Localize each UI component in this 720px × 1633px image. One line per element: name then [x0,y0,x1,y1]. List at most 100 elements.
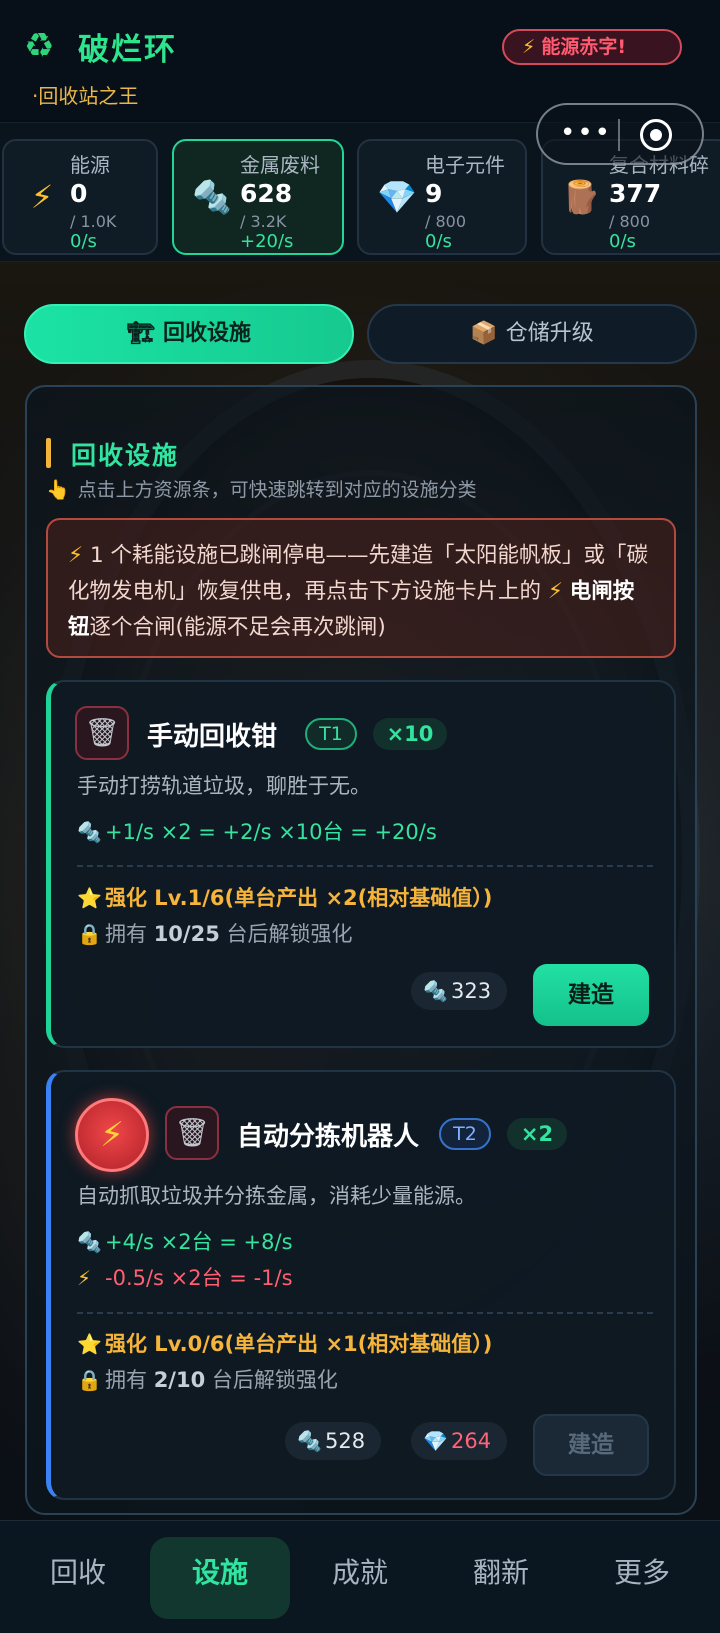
resource-card-energy[interactable]: ⚡ 能源 0 / 1.0K 0/s [2,139,158,255]
section-accent-bar [46,438,51,468]
bolt-icon: ⚡ [77,1266,92,1290]
alert-text-2: 逐个合闸(能源不足会再次跳闸) [89,615,386,640]
upgrade-text: 强化 Lv.1/6(单台产出 ×2(相对基础值）) [105,886,493,910]
scrap-metal-icon: 🔩 [423,979,448,1003]
facility-card-manual-claw[interactable]: 🗑 手动回收钳 T1 ×10 手动打捞轨道垃圾，聊胜于无。 🔩 +1/s ×2 =… [46,680,676,1048]
recycle-icon: ♻ [24,26,55,66]
upgrade-info: ⭐ 强化 Lv.1/6(单台产出 ×2(相对基础值）) [77,882,492,912]
cost-metal: 🔩 528 [285,1422,382,1460]
tab-label: 回收设施 [162,321,251,346]
lock-text-post: 台后解锁强化 [205,1368,338,1392]
close-target-icon[interactable] [640,119,672,151]
lock-icon: 🔒 [77,922,102,946]
pointing-hand-icon: 👆 [46,479,70,501]
resource-cap: / 3.2K [240,212,287,231]
energy-deficit-badge[interactable]: ⚡ 能源赤字! [502,29,682,65]
build-button[interactable]: 建造 [533,964,649,1026]
resource-rate: 0/s [70,231,97,252]
cost-value: 264 [451,1429,492,1453]
production-line: 🔩 +4/s ×2台 = +8/s [77,1226,293,1256]
cost-crystal: 💎 264 [411,1422,508,1460]
lock-text-pre: 拥有 [105,922,154,946]
unlock-requirement: 🔒 拥有 2/10 台后解锁强化 [77,1364,338,1394]
facility-description: 自动抓取垃圾并分拣金属，消耗少量能源。 [77,1184,476,1208]
nav-renovate[interactable]: 翻新 [451,1551,551,1591]
owned-count-badge: ×10 [373,718,447,750]
power-switch-button[interactable]: ⚡ [75,1098,149,1172]
consumption-line: ⚡ -0.5/s ×2台 = -1/s [77,1262,293,1292]
facility-card-sorting-robot[interactable]: ⚡ 🗑 自动分拣机器人 T2 ×2 自动抓取垃圾并分拣金属，消耗少量能源。 🔩 +… [46,1070,676,1500]
lock-text-post: 台后解锁强化 [219,922,353,946]
lock-text-pre: 拥有 [105,1368,154,1392]
cost-value: 323 [451,979,492,1003]
resource-cap: / 1.0K [70,212,117,231]
resource-card-scrap-metal[interactable]: 🔩 金属废料 628 / 3.2K +20/s [172,139,344,255]
crane-icon: 🏗 [127,321,155,346]
build-button-disabled[interactable]: 建造 [533,1414,649,1476]
owned-count-badge: ×2 [507,1118,567,1150]
divider [77,865,653,867]
resource-value: 9 [425,179,443,208]
resource-name: 能源 [70,153,110,177]
section-hint: 👆 点击上方资源条，可快速跳转到对应的设施分类 [46,475,477,502]
divider [77,1312,653,1314]
scrap-metal-icon: 🔩 [77,820,102,844]
lock-progress: 2/10 [153,1368,206,1392]
resource-rate: 0/s [425,231,452,252]
resource-cap: / 800 [425,212,467,231]
log-icon: 🪵 [561,178,601,216]
more-dots-icon[interactable]: ••• [560,119,612,147]
app-header: ♻ 破烂环 ·回收站之王 ⚡ 能源赤字! [0,0,720,120]
production-text: +4/s ×2台 = +8/s [105,1230,293,1254]
nav-more[interactable]: 更多 [592,1551,692,1591]
resource-cap: / 800 [609,212,651,231]
star-icon: ⭐ [77,1332,102,1356]
facility-name: 手动回收钳 [147,722,278,752]
nav-achievements[interactable]: 成就 [310,1551,410,1591]
cost-metal: 🔩 323 [411,972,508,1010]
bolt-icon: ⚡ [547,579,570,604]
tab-storage-upgrade[interactable]: 📦 仓储升级 [367,304,697,364]
trash-bin-icon: 🗑 [75,706,129,760]
resource-card-electronics[interactable]: 💎 电子元件 9 / 800 0/s [357,139,527,255]
tab-label: 仓储升级 [505,321,594,346]
resource-value: 377 [609,179,662,208]
resource-name: 金属废料 [240,153,320,177]
scrap-metal-icon: 🔩 [297,1429,322,1453]
production-text: +1/s ×2 = +2/s ×10台 = +20/s [105,820,437,844]
upgrade-text: 强化 Lv.0/6(单台产出 ×1(相对基础值）) [105,1332,493,1356]
box-icon: 📦 [470,321,498,346]
scrap-metal-icon: 🔩 [77,1230,102,1254]
capsule-divider [618,119,620,151]
upgrade-info: ⭐ 强化 Lv.0/6(单台产出 ×1(相对基础值）) [77,1328,492,1358]
tab-recycling-facilities[interactable]: 🏗 回收设施 [24,304,354,364]
bolt-icon: ⚡ [68,543,90,568]
tier-badge: T1 [305,718,357,750]
consumption-text: -0.5/s ×2台 = -1/s [105,1266,293,1290]
lock-icon: 🔒 [77,1368,102,1392]
bolt-icon: ⚡ [30,178,54,216]
cost-value: 528 [325,1429,366,1453]
bottom-navigation: 回收 设施 成就 翻新 更多 [0,1520,720,1633]
nav-facilities[interactable]: 设施 [170,1551,270,1591]
facility-description: 手动打捞轨道垃圾，聊胜于无。 [77,774,371,798]
app-title: 破烂环 [78,32,177,68]
section-title: 回收设施 [71,441,180,470]
resource-value: 628 [240,179,293,208]
diamond-icon: 💎 [377,178,417,216]
deficit-label: 能源赤字! [541,36,627,58]
resource-rate: +20/s [240,231,294,252]
bolt-icon: ⚡ [522,36,536,58]
production-line: 🔩 +1/s ×2 = +2/s ×10台 = +20/s [77,816,437,846]
lock-progress: 10/25 [153,922,220,946]
star-icon: ⭐ [77,886,102,910]
unlock-requirement: 🔒 拥有 10/25 台后解锁强化 [77,918,353,948]
power-outage-alert: ⚡ 1 个耗能设施已跳闸停电——先建造「太阳能帆板」或「碳化物发电机」恢复供电，… [46,518,676,658]
diamond-icon: 💎 [423,1429,448,1453]
resource-name: 电子元件 [425,153,505,177]
tier-badge: T2 [439,1118,491,1150]
facility-name: 自动分拣机器人 [237,1122,420,1152]
miniprogram-capsule: ••• [536,103,704,165]
trash-bin-icon: 🗑 [165,1106,219,1160]
nav-recycle[interactable]: 回收 [28,1551,128,1591]
